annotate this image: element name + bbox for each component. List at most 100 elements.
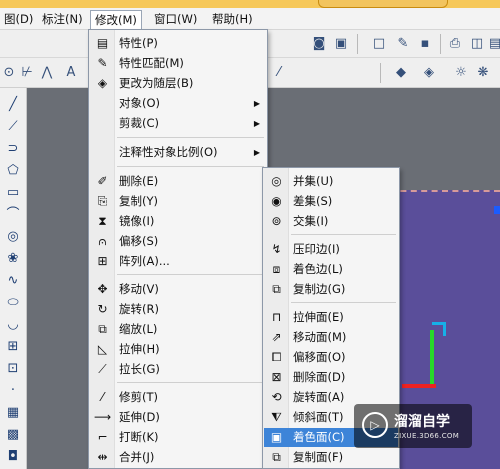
menu-item-copy[interactable]: ⎘ 复制(Y) — [90, 192, 266, 211]
offset-faces-icon: ⧠ — [271, 350, 282, 364]
menu-modify[interactable]: 修改(M) — [90, 10, 142, 29]
menu-dimension[interactable]: 标注(N) — [38, 10, 87, 29]
menu-item-lengthen[interactable]: ⟋ 拉长(G) — [90, 360, 266, 379]
open-file-icon[interactable]: ✎ — [394, 35, 412, 53]
region-icon[interactable]: ◘ — [4, 448, 22, 466]
insert-block-icon[interactable]: ⊞ — [4, 338, 22, 356]
trim-icon: ⁄ — [101, 390, 104, 404]
menu-item-mirror[interactable]: ⧗ 镜像(I) — [90, 212, 266, 231]
menu-window[interactable]: 窗口(W) — [150, 10, 201, 29]
menu-item-scale[interactable]: ⧉ 缩放(L) — [90, 320, 266, 339]
menu-item-extrude-faces[interactable]: ⊓ 拉伸面(E) — [264, 308, 398, 327]
make-block-icon[interactable]: ⊡ — [4, 360, 22, 378]
submenu-arrow-icon: ▶ — [253, 148, 260, 157]
rotate-faces-icon: ⟲ — [271, 390, 282, 404]
menu-item-move-faces[interactable]: ⇗ 移动面(M) — [264, 328, 398, 347]
menu-item-copy-edges[interactable]: ⧉ 复制边(G) — [264, 280, 398, 299]
properties-icon: ▤ — [96, 36, 109, 50]
menu-item-union[interactable]: ◎ 并集(U) — [264, 172, 398, 191]
menu-item-offset-faces[interactable]: ⧠ 偏移面(O) — [264, 348, 398, 367]
polyline-icon[interactable]: ⊃ — [4, 140, 22, 158]
ucs-y-axis — [430, 330, 434, 386]
menu-item-clip[interactable]: 剪裁(C) ▶ — [90, 114, 266, 133]
arc-icon[interactable]: ⌒ — [4, 206, 22, 224]
menu-divider — [117, 274, 264, 275]
print-icon[interactable]: ⎙ — [446, 35, 464, 53]
save-icon[interactable]: ▪ — [416, 35, 434, 53]
point-icon[interactable]: · — [4, 382, 22, 400]
copy-faces-icon: ⧉ — [272, 450, 281, 464]
menu-item-join[interactable]: ⇹ 合并(J) — [90, 448, 266, 467]
array-icon: ⊞ — [97, 254, 108, 268]
properties-icon[interactable]: ⁄ — [270, 64, 288, 82]
menu-item-annotative-scale[interactable]: 注释性对象比例(O) ▶ — [90, 143, 266, 162]
menu-item-properties[interactable]: ▤ 特性(P) — [90, 34, 266, 53]
grip-handle[interactable] — [494, 206, 500, 214]
menu-item-extend[interactable]: ⟶ 延伸(D) — [90, 408, 266, 427]
preview-icon[interactable]: ◫ — [468, 35, 486, 53]
snap-icon[interactable]: ⊬ — [18, 64, 36, 82]
light-icon[interactable]: ❋ — [474, 64, 492, 82]
menu-item-match-properties[interactable]: ✎ 特性匹配(M) — [90, 54, 266, 73]
osnap-icon[interactable]: ⋀ — [38, 64, 56, 82]
title-bar — [0, 0, 500, 8]
materials-icon[interactable]: ▣ — [332, 35, 350, 53]
stretch-icon: ◺ — [97, 342, 108, 356]
new-file-icon[interactable]: □ — [370, 35, 388, 53]
circle-icon[interactable]: ◎ — [4, 228, 22, 246]
subtract-icon: ◉ — [271, 194, 282, 208]
scale-icon: ⧉ — [98, 322, 107, 336]
menu-item-rotate[interactable]: ↻ 旋转(R) — [90, 300, 266, 319]
modify-menu: ▤ 特性(P) ✎ 特性匹配(M) ◈ 更改为随层(B) 对象(O) ▶ 剪裁(… — [88, 29, 268, 469]
set-bylayer-icon: ◈ — [97, 76, 108, 90]
menu-item-intersect[interactable]: ⊚ 交集(I) — [264, 212, 398, 231]
layer-manager-icon[interactable]: ◈ — [420, 64, 438, 82]
menu-item-imprint[interactable]: ↯ 压印边(I) — [264, 240, 398, 259]
text-style-icon[interactable]: A — [62, 64, 80, 82]
polygon-icon[interactable]: ⬠ — [4, 162, 22, 180]
erase-icon: ✐ — [97, 174, 108, 188]
submenu-arrow-icon: ▶ — [253, 119, 260, 128]
taper-faces-icon: ⧨ — [271, 410, 282, 424]
menu-item-array[interactable]: ⊞ 阵列(A)... — [90, 252, 266, 271]
rectangle-icon[interactable]: ▭ — [4, 184, 22, 202]
menu-item-break[interactable]: ⌐ 打断(K) — [90, 428, 266, 447]
publish-icon[interactable]: ▤ — [486, 35, 500, 53]
offset-icon: ⩀ — [98, 234, 107, 248]
menu-item-set-bylayer[interactable]: ◈ 更改为随层(B) — [90, 74, 266, 93]
toolbar-divider — [440, 34, 441, 54]
mirror-icon: ⧗ — [98, 214, 107, 228]
copy-icon: ⎘ — [97, 194, 108, 208]
line-icon[interactable]: ╱ — [4, 96, 22, 114]
menu-item-trim[interactable]: ⁄ 修剪(T) — [90, 388, 266, 407]
hatch-icon[interactable]: ▦ — [4, 404, 22, 422]
orbit-icon[interactable]: ⊙ — [0, 64, 18, 82]
menu-item-subtract[interactable]: ◉ 差集(S) — [264, 192, 398, 211]
toolbar-divider — [357, 34, 358, 54]
menu-draw[interactable]: 图(D) — [0, 10, 37, 29]
menu-item-object[interactable]: 对象(O) ▶ — [90, 94, 266, 113]
menu-item-erase[interactable]: ✐ 删除(E) — [90, 172, 266, 191]
watermark-url: ZIXUE.3D66.COM — [394, 432, 460, 440]
spline-icon[interactable]: ∿ — [4, 272, 22, 290]
render-icon[interactable]: ◙ — [310, 35, 328, 53]
menu-item-move[interactable]: ✥ 移动(V) — [90, 280, 266, 299]
extend-icon: ⟶ — [94, 410, 112, 424]
menu-item-color-edges[interactable]: ⧈ 着色边(L) — [264, 260, 398, 279]
menu-divider — [117, 137, 264, 138]
menu-item-offset[interactable]: ⩀ 偏移(S) — [90, 232, 266, 251]
menu-item-copy-faces[interactable]: ⧉ 复制面(F) — [264, 448, 398, 467]
ellipse-arc-icon[interactable]: ◡ — [4, 316, 22, 334]
menu-item-delete-faces[interactable]: ⊠ 删除面(D) — [264, 368, 398, 387]
gradient-icon[interactable]: ▩ — [4, 426, 22, 444]
revision-cloud-icon[interactable]: ❀ — [4, 250, 22, 268]
menu-divider — [117, 166, 264, 167]
construction-line-icon[interactable]: ⟋ — [4, 118, 22, 136]
menu-help[interactable]: 帮助(H) — [208, 10, 257, 29]
menu-divider — [291, 234, 396, 235]
sun-icon[interactable]: ☼ — [452, 64, 470, 82]
ellipse-icon[interactable]: ⬭ — [4, 294, 22, 312]
menu-item-stretch[interactable]: ◺ 拉伸(H) — [90, 340, 266, 359]
layer-icon[interactable]: ◆ — [392, 64, 410, 82]
join-icon: ⇹ — [97, 450, 108, 464]
